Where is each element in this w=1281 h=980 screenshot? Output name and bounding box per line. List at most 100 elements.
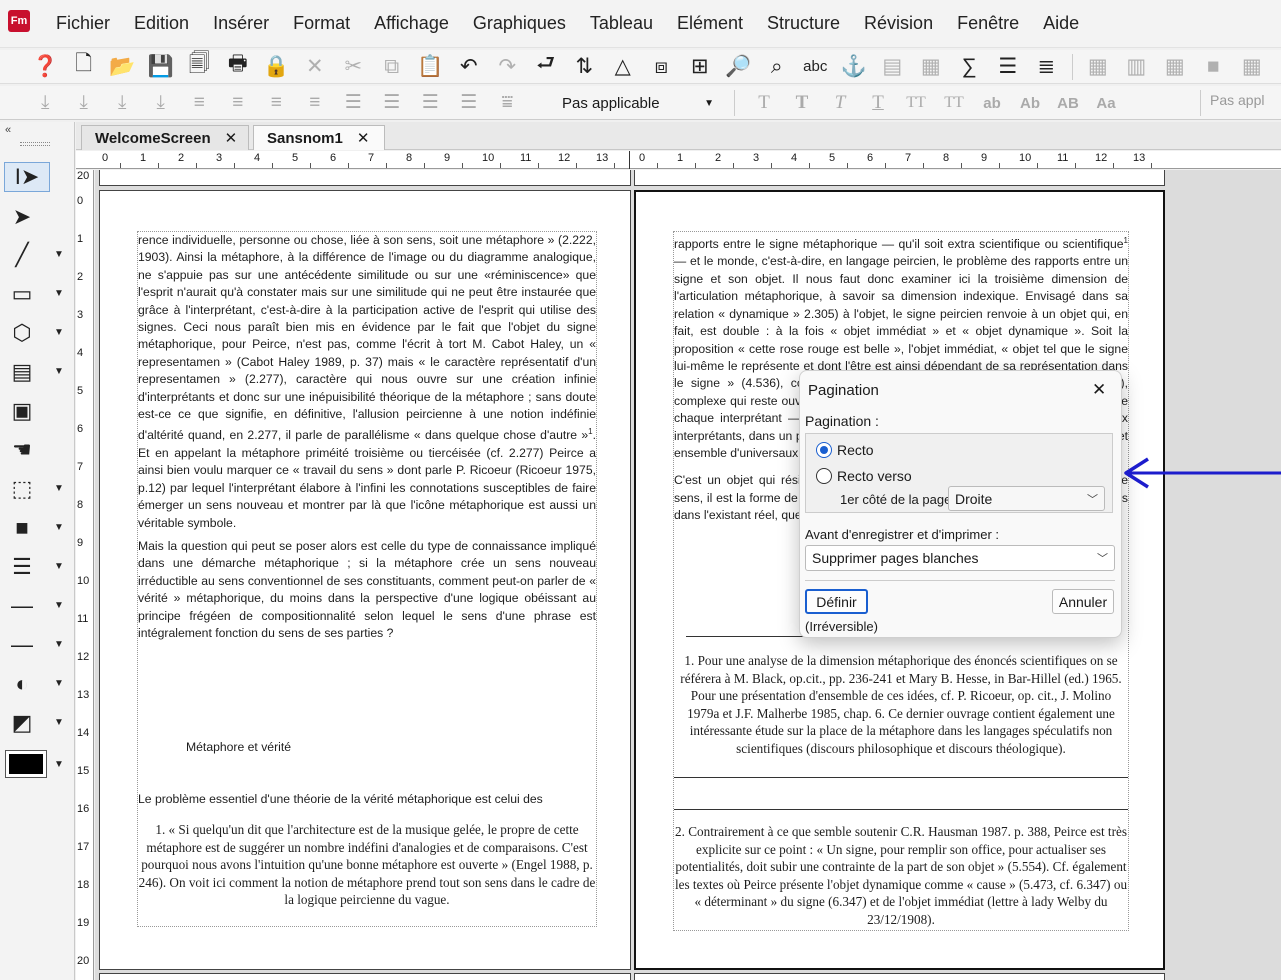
tint-icon[interactable]: ◐ (4, 669, 40, 699)
first-side-select[interactable]: Droite ﹀ (948, 486, 1105, 511)
tab-down-icon[interactable]: ⤓ (65, 88, 104, 118)
menu-tableau[interactable]: Tableau (578, 13, 665, 34)
new-document-icon[interactable]: 🗋 (65, 52, 104, 82)
print-icon[interactable]: 🖶 (219, 52, 258, 82)
menu-edition[interactable]: Edition (122, 13, 201, 34)
radio-recto-verso[interactable]: Recto verso (816, 468, 912, 484)
sum-icon[interactable]: ∑ (950, 52, 989, 82)
search-icon[interactable]: ⌕ (758, 52, 797, 82)
shapes-icon[interactable]: ⧈ (642, 52, 681, 82)
spellcheck-icon[interactable]: abc (796, 52, 835, 82)
title-case-icon[interactable]: Ab (1011, 88, 1049, 118)
define-button[interactable]: Définir (805, 589, 868, 614)
superscript-icon[interactable]: TT (897, 88, 935, 118)
table-columns-icon[interactable]: ▥ (1117, 52, 1156, 82)
line-end-dropdown-icon[interactable]: ▼ (54, 639, 64, 650)
radio-recto[interactable]: Recto (816, 442, 874, 458)
insert-row-icon[interactable]: ☰ (989, 52, 1028, 82)
line-width-icon[interactable]: ☰ (4, 552, 40, 582)
left-page[interactable]: rence individuelle, personne ou chose, l… (99, 190, 631, 970)
small-caps-icon[interactable]: ab (973, 88, 1011, 118)
line-tool-dropdown-icon[interactable]: ▼ (54, 249, 64, 260)
close-icon[interactable]: ✕ (1092, 380, 1106, 400)
repeat-icon[interactable]: ⮐ (527, 52, 566, 82)
table-grid-icon[interactable]: ▦ (1156, 52, 1195, 82)
save-icon[interactable]: 💾 (142, 52, 181, 82)
tab-down-icon[interactable]: ⤓ (103, 88, 142, 118)
undo-icon[interactable]: ↶ (450, 52, 489, 82)
line-spacing-icon[interactable]: ☰ (450, 88, 489, 118)
subscript-icon[interactable]: TT (935, 88, 973, 118)
document-icon[interactable]: ▤ (873, 52, 912, 82)
left-page-body[interactable]: rence individuelle, personne ou chose, l… (138, 232, 596, 648)
text-select-tool-icon[interactable]: I➤ (4, 162, 50, 192)
find-replace-icon[interactable]: 🔎 (719, 52, 758, 82)
character-format-select[interactable]: Pas appl (1210, 92, 1264, 108)
marquee-tool-icon[interactable]: ⬚ (4, 474, 40, 504)
collapse-icon[interactable]: « (5, 124, 11, 136)
pointer-tool-icon[interactable]: ➤ (4, 202, 40, 232)
menu-fichier[interactable]: Fichier (44, 13, 122, 34)
line-style-dropdown-icon[interactable]: ▼ (54, 600, 64, 611)
paste-icon[interactable]: 📋 (411, 52, 450, 82)
fill-dropdown-icon[interactable]: ▼ (54, 522, 64, 533)
table-block-icon[interactable]: ■ (1194, 52, 1233, 82)
tab-welcomescreen[interactable]: WelcomeScreen ✕ (81, 125, 249, 150)
align-center-icon[interactable]: ≡ (219, 88, 258, 118)
menu-inserer[interactable]: Insérer (201, 13, 281, 34)
polygon-tool-dropdown-icon[interactable]: ▼ (54, 327, 64, 338)
image-frame-tool-icon[interactable]: ▣ (4, 396, 40, 426)
radio-icon[interactable] (816, 468, 832, 484)
table-layout-icon[interactable]: ▦ (1079, 52, 1118, 82)
tab-decimal-icon[interactable]: ⤓ (142, 88, 181, 118)
menu-format[interactable]: Format (281, 13, 362, 34)
line-style-icon[interactable]: — (4, 591, 40, 621)
marquee-dropdown-icon[interactable]: ▼ (54, 483, 64, 494)
overprint-dropdown-icon[interactable]: ▼ (54, 717, 64, 728)
menu-fenetre[interactable]: Fenêtre (945, 13, 1031, 34)
menu-graphiques[interactable]: Graphiques (461, 13, 578, 34)
table-icon[interactable]: ▦ (912, 52, 951, 82)
drag-handle[interactable] (20, 142, 50, 146)
text-frame-dropdown-icon[interactable]: ▼ (54, 366, 64, 377)
help-icon[interactable]: ❓ (26, 52, 65, 82)
save-all-icon[interactable]: 🗐 (180, 52, 219, 82)
before-save-select[interactable]: Supprimer pages blanches ﹀ (805, 545, 1115, 571)
redo-icon[interactable]: ↷ (488, 52, 527, 82)
rectangle-tool-dropdown-icon[interactable]: ▼ (54, 288, 64, 299)
tint-dropdown-icon[interactable]: ▼ (54, 678, 64, 689)
paragraph-spacing-icon[interactable]: ⩸ (488, 88, 527, 118)
underline-icon[interactable]: T (859, 88, 897, 118)
menu-aide[interactable]: Aide (1031, 13, 1091, 34)
menu-element[interactable]: Elément (665, 13, 755, 34)
open-folder-icon[interactable]: 📂 (103, 52, 142, 82)
line-spacing-icon[interactable]: ☰ (334, 88, 373, 118)
copy-icon[interactable]: ⧉ (373, 52, 412, 82)
change-case-icon[interactable]: Aa (1087, 88, 1125, 118)
lock-icon[interactable]: 🔒 (257, 52, 296, 82)
plain-text-icon[interactable]: T (745, 88, 783, 118)
justify-icon[interactable]: ≡ (296, 88, 335, 118)
overprint-icon[interactable]: ◩ (4, 708, 40, 738)
hand-tool-icon[interactable]: ☚ (4, 435, 40, 465)
cut-icon[interactable]: ✂ (334, 52, 373, 82)
delete-icon[interactable]: ✕ (296, 52, 335, 82)
numbered-list-icon[interactable]: ≣ (1027, 52, 1066, 82)
fill-color-icon[interactable]: ■ (4, 513, 40, 543)
radio-icon[interactable] (816, 442, 832, 458)
rectangle-tool-icon[interactable]: ▭ (4, 279, 40, 309)
italic-icon[interactable]: T (821, 88, 859, 118)
align-left-icon[interactable]: ≡ (180, 88, 219, 118)
line-spacing-icon[interactable]: ☰ (373, 88, 412, 118)
anchor-icon[interactable]: ⚓ (835, 52, 874, 82)
close-icon[interactable]: ✕ (357, 129, 370, 147)
paragraph-format-select[interactable]: Pas applicable ▼ (556, 92, 720, 114)
align-right-icon[interactable]: ≡ (257, 88, 296, 118)
cancel-button[interactable]: Annuler (1052, 589, 1114, 614)
line-tool-icon[interactable]: ╱ (4, 240, 40, 270)
text-frame-tool-icon[interactable]: ▤ (4, 357, 40, 387)
close-icon[interactable]: ✕ (225, 129, 238, 147)
bold-icon[interactable]: T (783, 88, 821, 118)
tab-sansnom1[interactable]: Sansnom1 ✕ (253, 125, 385, 150)
menu-revision[interactable]: Révision (852, 13, 945, 34)
